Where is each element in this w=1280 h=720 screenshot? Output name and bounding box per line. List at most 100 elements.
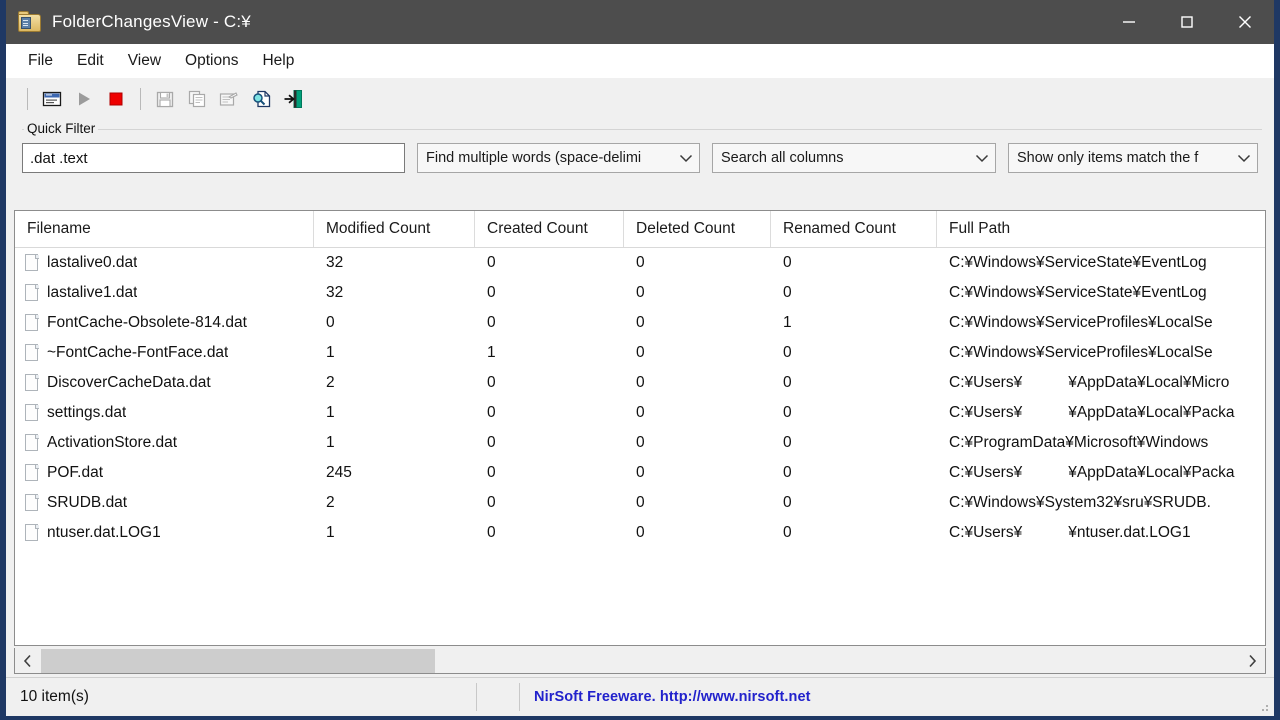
minimize-button[interactable] <box>1100 0 1158 44</box>
table-row[interactable]: SRUDB.dat 2 0 0 0 C:¥Windows¥System32¥sru¥SRU… <box>15 488 1265 518</box>
listview-rows: lastalive0.dat 32 0 0 0 C:¥Windows¥ServiceSta… <box>15 248 1265 548</box>
cell-renamed-count: 0 <box>783 344 792 361</box>
toolbar-separator-start <box>27 88 28 110</box>
horizontal-scrollbar[interactable] <box>14 648 1266 674</box>
file-icon <box>25 343 40 363</box>
filename-text: FontCache-Obsolete-814.dat <box>47 314 247 331</box>
floppy-save-icon <box>150 84 180 114</box>
filename-text: settings.dat <box>47 404 127 421</box>
menu-options[interactable]: Options <box>173 48 250 74</box>
cell-filename: SRUDB.dat <box>15 488 314 518</box>
table-row[interactable]: ntuser.dat.LOG1 1 0 0 0 C:¥Users¥ ¥ntuser.dat.… <box>15 518 1265 548</box>
status-bar: 10 item(s) NirSoft Freeware. http://www.… <box>6 677 1274 716</box>
cell-created-count: 0 <box>487 524 496 541</box>
status-nirsoft-credit[interactable]: NirSoft Freeware. http://www.nirsoft.net <box>520 683 811 711</box>
table-row[interactable]: FontCache-Obsolete-814.dat 0 0 0 1 C:¥Windows… <box>15 308 1265 338</box>
menu-help[interactable]: Help <box>250 48 306 74</box>
filename-text: SRUDB.dat <box>47 494 128 511</box>
menu-view[interactable]: View <box>116 48 173 74</box>
cell-modified-count: 1 <box>326 434 335 451</box>
filename-text: lastalive1.dat <box>47 284 138 301</box>
filename-text: lastalive0.dat <box>47 254 138 271</box>
cell-renamed-count: 0 <box>783 374 792 391</box>
cell-full-path: C:¥Windows¥System32¥sru¥SRUDB. <box>949 494 1211 511</box>
table-row[interactable]: ActivationStore.dat 1 0 0 0 C:¥ProgramData¥Mi… <box>15 428 1265 458</box>
cell-renamed-count: 0 <box>783 464 792 481</box>
cell-renamed-count: 0 <box>783 404 792 421</box>
cell-renamed-count: 0 <box>783 254 792 271</box>
column-header-full-path[interactable]: Full Path <box>937 211 1265 247</box>
magnifier-page-icon[interactable] <box>246 84 276 114</box>
cell-full-path: C:¥Users¥ ¥ntuser.dat.LOG1 <box>937 518 1265 548</box>
cell-filename: settings.dat <box>15 398 314 428</box>
filename-text: ActivationStore.dat <box>47 434 178 451</box>
play-icon[interactable] <box>69 84 99 114</box>
scrollbar-thumb[interactable] <box>41 648 435 673</box>
cell-full-path: C:¥Windows¥ServiceState¥EventLog <box>949 284 1207 301</box>
chevron-right-icon[interactable] <box>1239 649 1265 673</box>
filename-text: DiscoverCacheData.dat <box>47 374 211 391</box>
title-bar: FolderChangesView - C:¥ <box>6 0 1274 44</box>
column-header-created-count[interactable]: Created Count <box>475 211 624 247</box>
filter-mode-dropdown[interactable]: Find multiple words (space-delimi <box>417 143 700 173</box>
quick-filter-label: Quick Filter <box>24 121 99 136</box>
quick-filter-input[interactable] <box>22 143 405 173</box>
filter-columns-dropdown[interactable]: Search all columns <box>712 143 996 173</box>
path-suffix: ¥ntuser.dat.LOG1 <box>1068 524 1191 541</box>
menu-bar: File Edit View Options Help <box>6 44 1274 78</box>
quick-filter-group: Quick Filter Find multiple words (space-… <box>22 121 1262 185</box>
cell-created-count: 1 <box>487 344 496 361</box>
stop-square-icon[interactable] <box>101 84 131 114</box>
window-properties-icon[interactable] <box>37 84 67 114</box>
filename-text: ntuser.dat.LOG1 <box>47 524 161 541</box>
cell-filename: DiscoverCacheData.dat <box>15 368 314 398</box>
resize-grip-icon[interactable] <box>1256 699 1270 713</box>
cell-filename: ntuser.dat.LOG1 <box>15 518 314 548</box>
filter-columns-value: Search all columns <box>721 150 844 166</box>
file-icon <box>25 253 40 273</box>
table-row[interactable]: POF.dat 245 0 0 0 C:¥Users¥ ¥AppData¥Local¥Pac… <box>15 458 1265 488</box>
chevron-down-icon <box>969 154 995 163</box>
cell-filename: FontCache-Obsolete-814.dat <box>15 308 314 338</box>
cell-full-path: C:¥Users¥ ¥AppData¥Local¥Packa <box>937 398 1265 428</box>
maximize-button[interactable] <box>1158 0 1216 44</box>
file-icon <box>25 283 40 303</box>
menu-edit[interactable]: Edit <box>65 48 116 74</box>
filename-text: ~FontCache-FontFace.dat <box>47 344 229 361</box>
table-row[interactable]: lastalive1.dat 32 0 0 0 C:¥Windows¥ServiceSta… <box>15 278 1265 308</box>
chevron-left-icon[interactable] <box>15 649 41 673</box>
cell-deleted-count: 0 <box>636 374 645 391</box>
table-row[interactable]: ~FontCache-FontFace.dat 1 1 0 0 C:¥Windows¥Se… <box>15 338 1265 368</box>
close-button[interactable] <box>1216 0 1274 44</box>
column-header-filename[interactable]: Filename <box>15 211 314 247</box>
file-icon <box>25 373 40 393</box>
cell-full-path: C:¥ProgramData¥Microsoft¥Windows <box>949 434 1209 451</box>
cell-modified-count: 0 <box>326 314 335 331</box>
table-row[interactable]: settings.dat 1 0 0 0 C:¥Users¥ ¥AppData¥Local¥… <box>15 398 1265 428</box>
filter-mode-value: Find multiple words (space-delimi <box>426 150 642 166</box>
scrollbar-track[interactable] <box>41 648 1239 673</box>
column-header-renamed-count[interactable]: Renamed Count <box>771 211 937 247</box>
cell-created-count: 0 <box>487 434 496 451</box>
table-row[interactable]: DiscoverCacheData.dat 2 0 0 0 C:¥Users¥ ¥AppDa… <box>15 368 1265 398</box>
column-header-deleted-count[interactable]: Deleted Count <box>624 211 771 247</box>
chevron-down-icon <box>1231 154 1257 163</box>
cell-filename: ActivationStore.dat <box>15 428 314 458</box>
cell-renamed-count: 1 <box>783 314 792 331</box>
exit-door-arrow-icon[interactable] <box>278 84 308 114</box>
table-row[interactable]: lastalive0.dat 32 0 0 0 C:¥Windows¥ServiceSta… <box>15 248 1265 278</box>
cell-modified-count: 1 <box>326 524 335 541</box>
filename-text: POF.dat <box>47 464 103 481</box>
files-listview[interactable]: Filename Modified Count Created Count De… <box>14 210 1266 646</box>
path-prefix: C:¥Users¥ <box>949 464 1023 481</box>
cell-filename: lastalive1.dat <box>15 278 314 308</box>
column-header-modified-count[interactable]: Modified Count <box>314 211 475 247</box>
filter-display-dropdown[interactable]: Show only items match the f <box>1008 143 1258 173</box>
cell-modified-count: 32 <box>326 254 344 271</box>
cell-filename: POF.dat <box>15 458 314 488</box>
cell-created-count: 0 <box>487 404 496 421</box>
cell-created-count: 0 <box>487 314 496 331</box>
window-title: FolderChangesView - C:¥ <box>52 12 251 31</box>
cell-renamed-count: 0 <box>783 524 792 541</box>
menu-file[interactable]: File <box>20 48 65 74</box>
